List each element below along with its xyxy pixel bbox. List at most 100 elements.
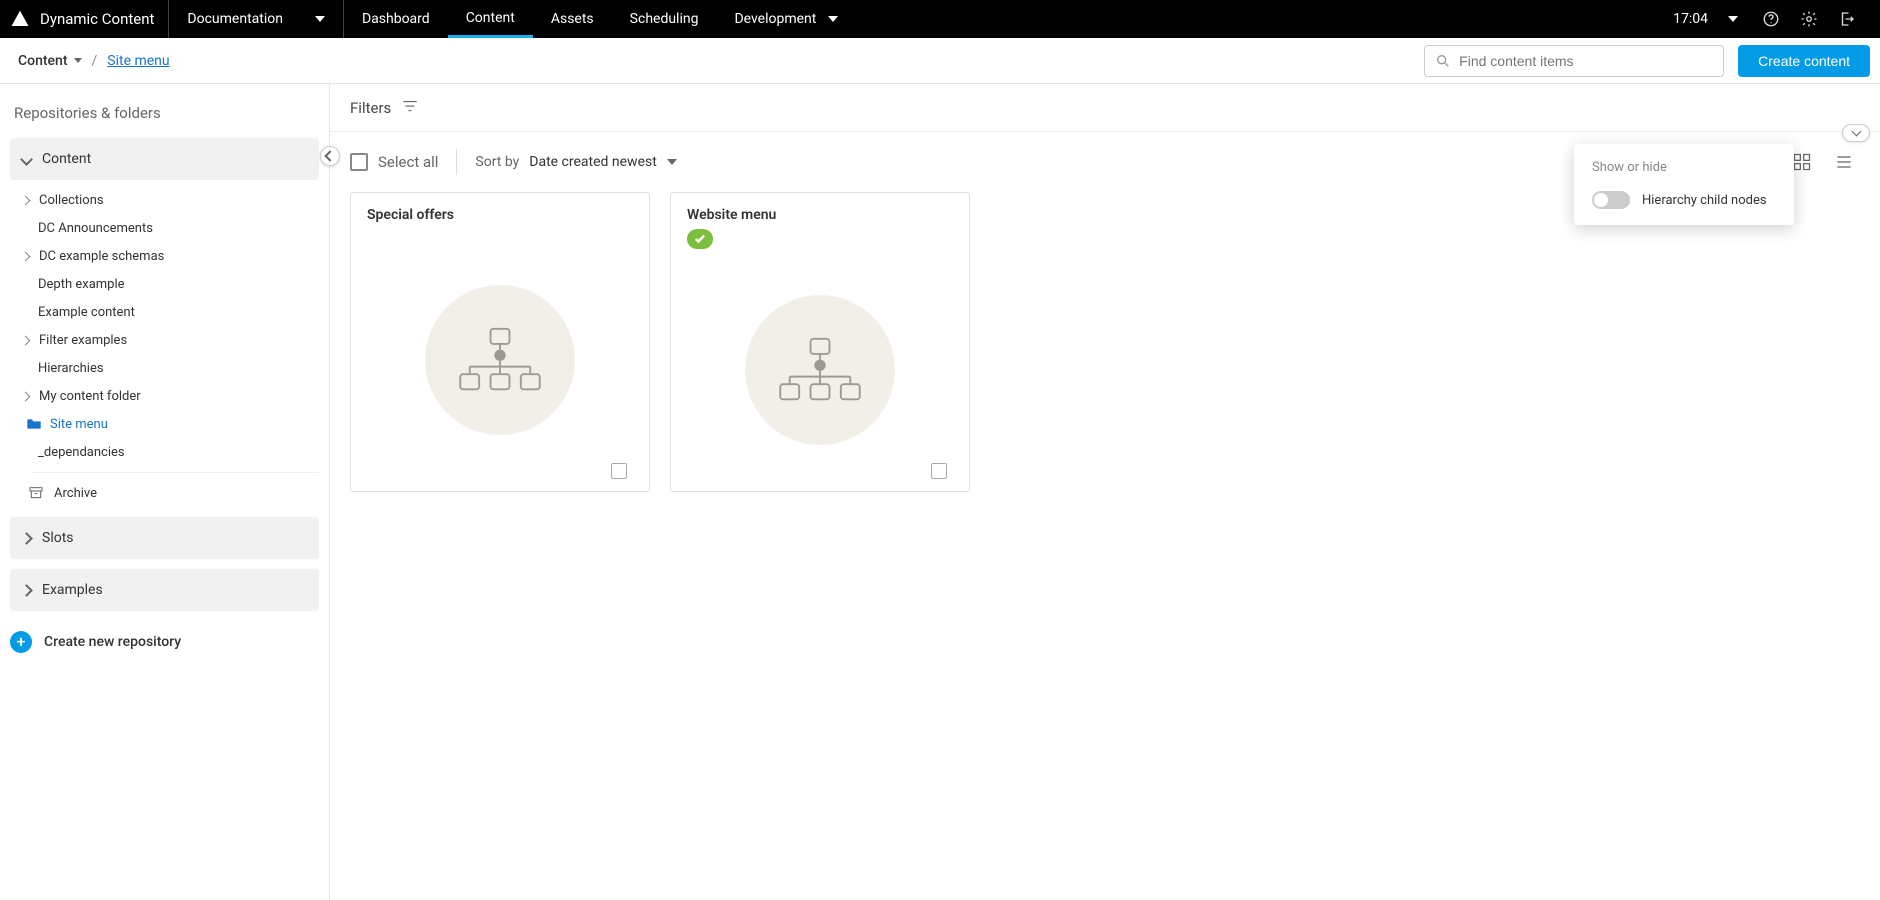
card-select-checkbox[interactable] <box>931 463 947 479</box>
check-icon <box>694 234 706 244</box>
sidebar-archive-label: Archive <box>54 486 97 501</box>
chevron-down-icon <box>74 58 82 63</box>
sidebar-item-filter-examples[interactable]: Filter examples <box>16 326 319 354</box>
help-button[interactable] <box>1752 0 1790 38</box>
chevron-down-icon <box>20 153 32 165</box>
content-card[interactable]: Special offers <box>350 192 650 492</box>
breadcrumb-root[interactable]: Content <box>18 53 82 69</box>
hierarchy-nodes-toggle[interactable] <box>1592 191 1630 209</box>
folder-tree: Collections DC Announcements DC example … <box>16 186 319 507</box>
select-all-checkbox[interactable] <box>350 153 368 171</box>
nav-dashboard[interactable]: Dashboard <box>344 0 448 38</box>
create-repository-button[interactable]: + Create new repository <box>10 631 319 653</box>
actionbar-right: Create content <box>1424 45 1870 77</box>
filters-bar: Filters <box>330 84 1880 132</box>
repo-examples-label: Examples <box>42 582 103 598</box>
sort-by-label: Sort by <box>475 154 519 170</box>
nav-development-label: Development <box>734 11 816 27</box>
topbar: Dynamic Content Documentation Dashboard … <box>0 0 1880 38</box>
collapse-sidebar-button[interactable] <box>320 146 340 166</box>
popover-option-row: Hierarchy child nodes <box>1592 191 1776 209</box>
gear-icon <box>1800 10 1818 28</box>
list-view-button[interactable] <box>1828 146 1860 178</box>
time-display[interactable]: 17:04 <box>1659 11 1752 27</box>
top-nav: Documentation Dashboard Content Assets S… <box>169 0 856 38</box>
expand-panel-button[interactable] <box>1842 124 1870 142</box>
filter-icon <box>401 97 419 115</box>
chevron-down-icon <box>1728 16 1738 22</box>
card-select-checkbox[interactable] <box>611 463 627 479</box>
content-card[interactable]: Website menu <box>670 192 970 492</box>
view-settings-popover: Show or hide Hierarchy child nodes <box>1574 144 1794 225</box>
sidebar-item-example-content[interactable]: Example content <box>16 298 319 326</box>
breadcrumb-current[interactable]: Site menu <box>107 53 169 69</box>
create-content-button[interactable]: Create content <box>1738 45 1870 77</box>
nav-scheduling[interactable]: Scheduling <box>612 0 717 38</box>
search-icon <box>1435 53 1451 69</box>
hierarchy-icon <box>425 285 575 435</box>
breadcrumb: Content / Site menu <box>18 53 170 69</box>
hierarchy-nodes-label: Hierarchy child nodes <box>1642 193 1767 208</box>
sort-value-label: Date created newest <box>529 154 657 170</box>
sidebar-item-site-menu[interactable]: Site menu <box>16 410 319 438</box>
card-body <box>671 249 969 491</box>
nav-documentation-label: Documentation <box>187 11 283 27</box>
repo-header-content[interactable]: Content <box>10 138 319 180</box>
list-icon <box>1834 152 1854 172</box>
sort-dropdown[interactable]: Date created newest <box>529 154 677 170</box>
help-icon <box>1762 10 1780 28</box>
brand-block: Dynamic Content <box>0 0 169 38</box>
nav-development[interactable]: Development <box>716 0 856 38</box>
repo-header-examples[interactable]: Examples <box>10 569 319 611</box>
filters-label: Filters <box>350 99 391 117</box>
chevron-down-icon <box>667 159 677 165</box>
logout-button[interactable] <box>1828 0 1866 38</box>
sidebar-item-dependancies[interactable]: _dependancies <box>16 438 319 466</box>
card-body <box>351 229 649 491</box>
plus-icon: + <box>10 631 32 653</box>
main: Repositories & folders Content Collectio… <box>0 84 1880 900</box>
filters-button[interactable] <box>401 97 419 119</box>
time-value: 17:04 <box>1673 11 1708 27</box>
hierarchy-icon <box>745 295 895 445</box>
divider <box>456 149 457 175</box>
nav-assets[interactable]: Assets <box>533 0 612 38</box>
breadcrumb-root-label: Content <box>18 53 68 69</box>
sidebar-item-archive[interactable]: Archive <box>16 479 319 507</box>
sidebar-item-hierarchies[interactable]: Hierarchies <box>16 354 319 382</box>
create-repository-label: Create new repository <box>44 634 181 650</box>
grid-icon <box>1792 152 1812 172</box>
search-field[interactable] <box>1424 45 1724 77</box>
divider <box>32 472 319 473</box>
breadcrumb-separator: / <box>92 53 98 69</box>
content-panel: Filters Select all Sort by Date created … <box>330 84 1880 900</box>
select-all-label: Select all <box>378 153 438 171</box>
folder-icon <box>26 418 42 430</box>
brand-title: Dynamic Content <box>40 10 154 28</box>
repo-content-label: Content <box>42 151 91 167</box>
sidebar-item-dc-example-schemas[interactable]: DC example schemas <box>16 242 319 270</box>
nav-content[interactable]: Content <box>448 0 533 38</box>
popover-title: Show or hide <box>1592 160 1776 175</box>
chevron-right-icon <box>20 532 32 544</box>
content-grid: Special offers Website menu <box>330 192 1880 512</box>
sidebar: Repositories & folders Content Collectio… <box>0 84 330 900</box>
action-bar: Content / Site menu Create content <box>0 38 1880 84</box>
sidebar-item-dc-announcements[interactable]: DC Announcements <box>16 214 319 242</box>
settings-button[interactable] <box>1790 0 1828 38</box>
repo-slots-label: Slots <box>42 530 74 546</box>
sidebar-item-site-menu-label: Site menu <box>50 417 108 432</box>
nav-documentation[interactable]: Documentation <box>169 0 344 38</box>
search-input[interactable] <box>1459 53 1713 69</box>
repo-header-slots[interactable]: Slots <box>10 517 319 559</box>
exit-icon <box>1838 10 1856 28</box>
chevron-down-icon <box>315 16 325 22</box>
sidebar-item-collections[interactable]: Collections <box>16 186 319 214</box>
card-title: Special offers <box>351 193 649 229</box>
sidebar-item-my-content-folder[interactable]: My content folder <box>16 382 319 410</box>
card-title: Website menu <box>671 193 969 229</box>
published-badge <box>687 229 713 249</box>
topbar-right: 17:04 <box>1659 0 1880 38</box>
chevron-down-icon <box>828 16 838 22</box>
sidebar-item-depth-example[interactable]: Depth example <box>16 270 319 298</box>
